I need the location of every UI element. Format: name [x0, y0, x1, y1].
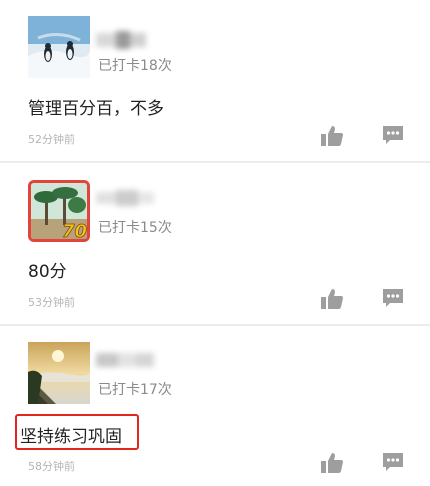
checkin-count: 已打卡15次 — [98, 220, 172, 236]
user-avatar[interactable]: 70 — [28, 180, 90, 242]
thumbs-up-icon[interactable] — [320, 125, 344, 147]
comment-icon[interactable] — [382, 288, 404, 308]
username-redacted — [96, 353, 154, 367]
post-content: 管理百分百，不多 — [28, 99, 164, 119]
thumbs-up-icon[interactable] — [320, 452, 344, 474]
avatar-penguins-image — [28, 16, 90, 78]
checkin-feed: 已打卡18次 管理百分百，不多 52分钟前 70 已打卡15次 80分 53分钟… — [0, 0, 430, 486]
post-divider — [0, 161, 430, 163]
post-content: 坚持练习巩固 — [20, 427, 122, 447]
user-avatar[interactable] — [28, 342, 90, 404]
comment-icon[interactable] — [382, 125, 404, 145]
checkin-count: 已打卡17次 — [98, 382, 172, 398]
post-time: 58分钟前 — [28, 460, 75, 473]
avatar-badge: 70 — [62, 221, 87, 239]
post-content: 80分 — [28, 262, 67, 282]
post-time: 52分钟前 — [28, 133, 75, 146]
checkin-count: 已打卡18次 — [98, 58, 172, 74]
post-time: 53分钟前 — [28, 296, 75, 309]
avatar-sunset-mountain-image — [28, 342, 90, 404]
avatar-palm-trees-image: 70 — [31, 183, 87, 239]
comment-icon[interactable] — [382, 452, 404, 472]
username-redacted — [96, 190, 154, 206]
thumbs-up-icon[interactable] — [320, 288, 344, 310]
username-redacted — [96, 31, 146, 49]
user-avatar[interactable] — [28, 16, 90, 78]
post-divider — [0, 324, 430, 326]
